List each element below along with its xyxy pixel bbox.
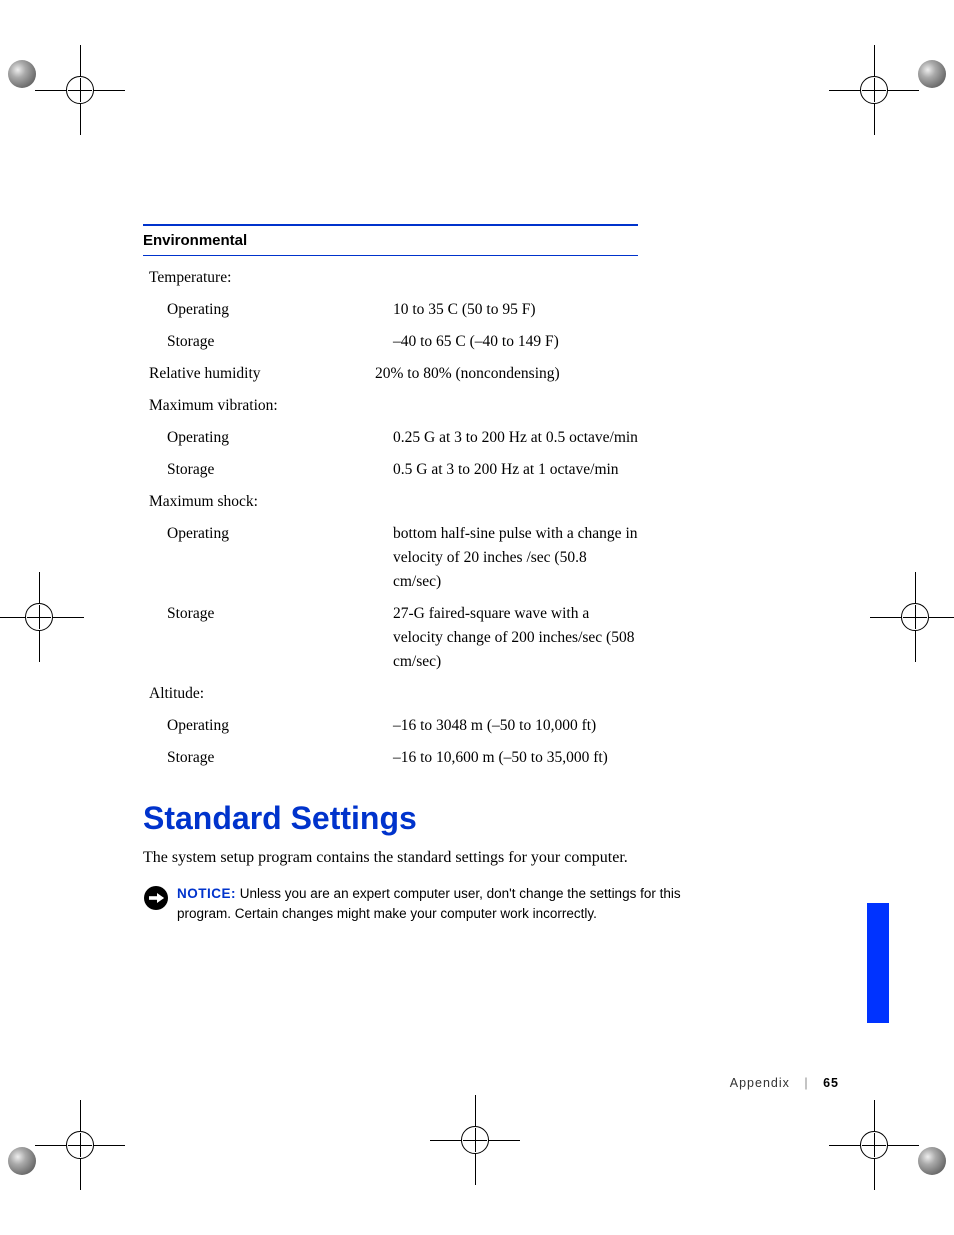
- spec-label: Operating: [143, 714, 393, 738]
- spec-value: 10 to 35 C (50 to 95 F): [393, 298, 638, 322]
- page-footer: Appendix | 65: [730, 1076, 839, 1090]
- spec-row: Storage27-G faired-square wave with a ve…: [143, 602, 638, 674]
- spec-value: bottom half-sine pulse with a change in …: [393, 522, 638, 594]
- spec-label: Storage: [143, 330, 393, 354]
- spec-row: Operating–16 to 3048 m (–50 to 10,000 ft…: [143, 714, 638, 738]
- spec-row: Storage–16 to 10,600 m (–50 to 35,000 ft…: [143, 746, 638, 770]
- paragraph-intro: The system setup program contains the st…: [143, 847, 673, 869]
- notice-block: NOTICE: Unless you are an expert compute…: [143, 884, 683, 925]
- spec-value: 0.25 G at 3 to 200 Hz at 0.5 octave/min: [393, 426, 638, 450]
- section-header-environmental: Environmental: [143, 224, 638, 256]
- footer-section: Appendix: [730, 1076, 790, 1090]
- spec-row: Relative humidity20% to 80% (noncondensi…: [143, 362, 638, 386]
- notice-arrow-icon: [143, 885, 169, 911]
- spec-label: Operating: [143, 522, 393, 546]
- spec-label: Altitude:: [143, 682, 375, 706]
- spec-row: Maximum shock:: [143, 490, 638, 514]
- spec-row: Maximum vibration:: [143, 394, 638, 418]
- heading-standard-settings: Standard Settings: [143, 800, 843, 837]
- spec-row: Operatingbottom half-sine pulse with a c…: [143, 522, 638, 594]
- spec-label: Temperature:: [143, 266, 375, 290]
- notice-label: NOTICE:: [177, 886, 236, 901]
- spec-label: Storage: [143, 458, 393, 482]
- spec-value: –16 to 3048 m (–50 to 10,000 ft): [393, 714, 638, 738]
- spec-label: Relative humidity: [143, 362, 375, 386]
- spec-row: Altitude:: [143, 682, 638, 706]
- spec-label: Operating: [143, 426, 393, 450]
- notice-body: Unless you are an expert computer user, …: [177, 886, 681, 921]
- spec-value: –16 to 10,600 m (–50 to 35,000 ft): [393, 746, 638, 770]
- spec-row: Storage0.5 G at 3 to 200 Hz at 1 octave/…: [143, 458, 638, 482]
- spec-label: Maximum shock:: [143, 490, 375, 514]
- spec-label: Maximum vibration:: [143, 394, 375, 418]
- spec-label: Operating: [143, 298, 393, 322]
- spec-row: Operating10 to 35 C (50 to 95 F): [143, 298, 638, 322]
- thumb-tab: [867, 903, 889, 1023]
- spec-label: Storage: [143, 746, 393, 770]
- spec-value: 20% to 80% (noncondensing): [375, 362, 638, 386]
- spec-table: Temperature:Operating10 to 35 C (50 to 9…: [143, 266, 638, 770]
- footer-page-number: 65: [823, 1076, 839, 1090]
- spec-row: Operating0.25 G at 3 to 200 Hz at 0.5 oc…: [143, 426, 638, 450]
- spec-row: Temperature:: [143, 266, 638, 290]
- spec-value: 0.5 G at 3 to 200 Hz at 1 octave/min: [393, 458, 638, 482]
- footer-separator: |: [804, 1076, 808, 1090]
- spec-label: Storage: [143, 602, 393, 626]
- spec-row: Storage–40 to 65 C (–40 to 149 F): [143, 330, 638, 354]
- spec-value: 27-G faired-square wave with a velocity …: [393, 602, 638, 674]
- notice-text: NOTICE: Unless you are an expert compute…: [177, 884, 683, 925]
- spec-value: –40 to 65 C (–40 to 149 F): [393, 330, 638, 354]
